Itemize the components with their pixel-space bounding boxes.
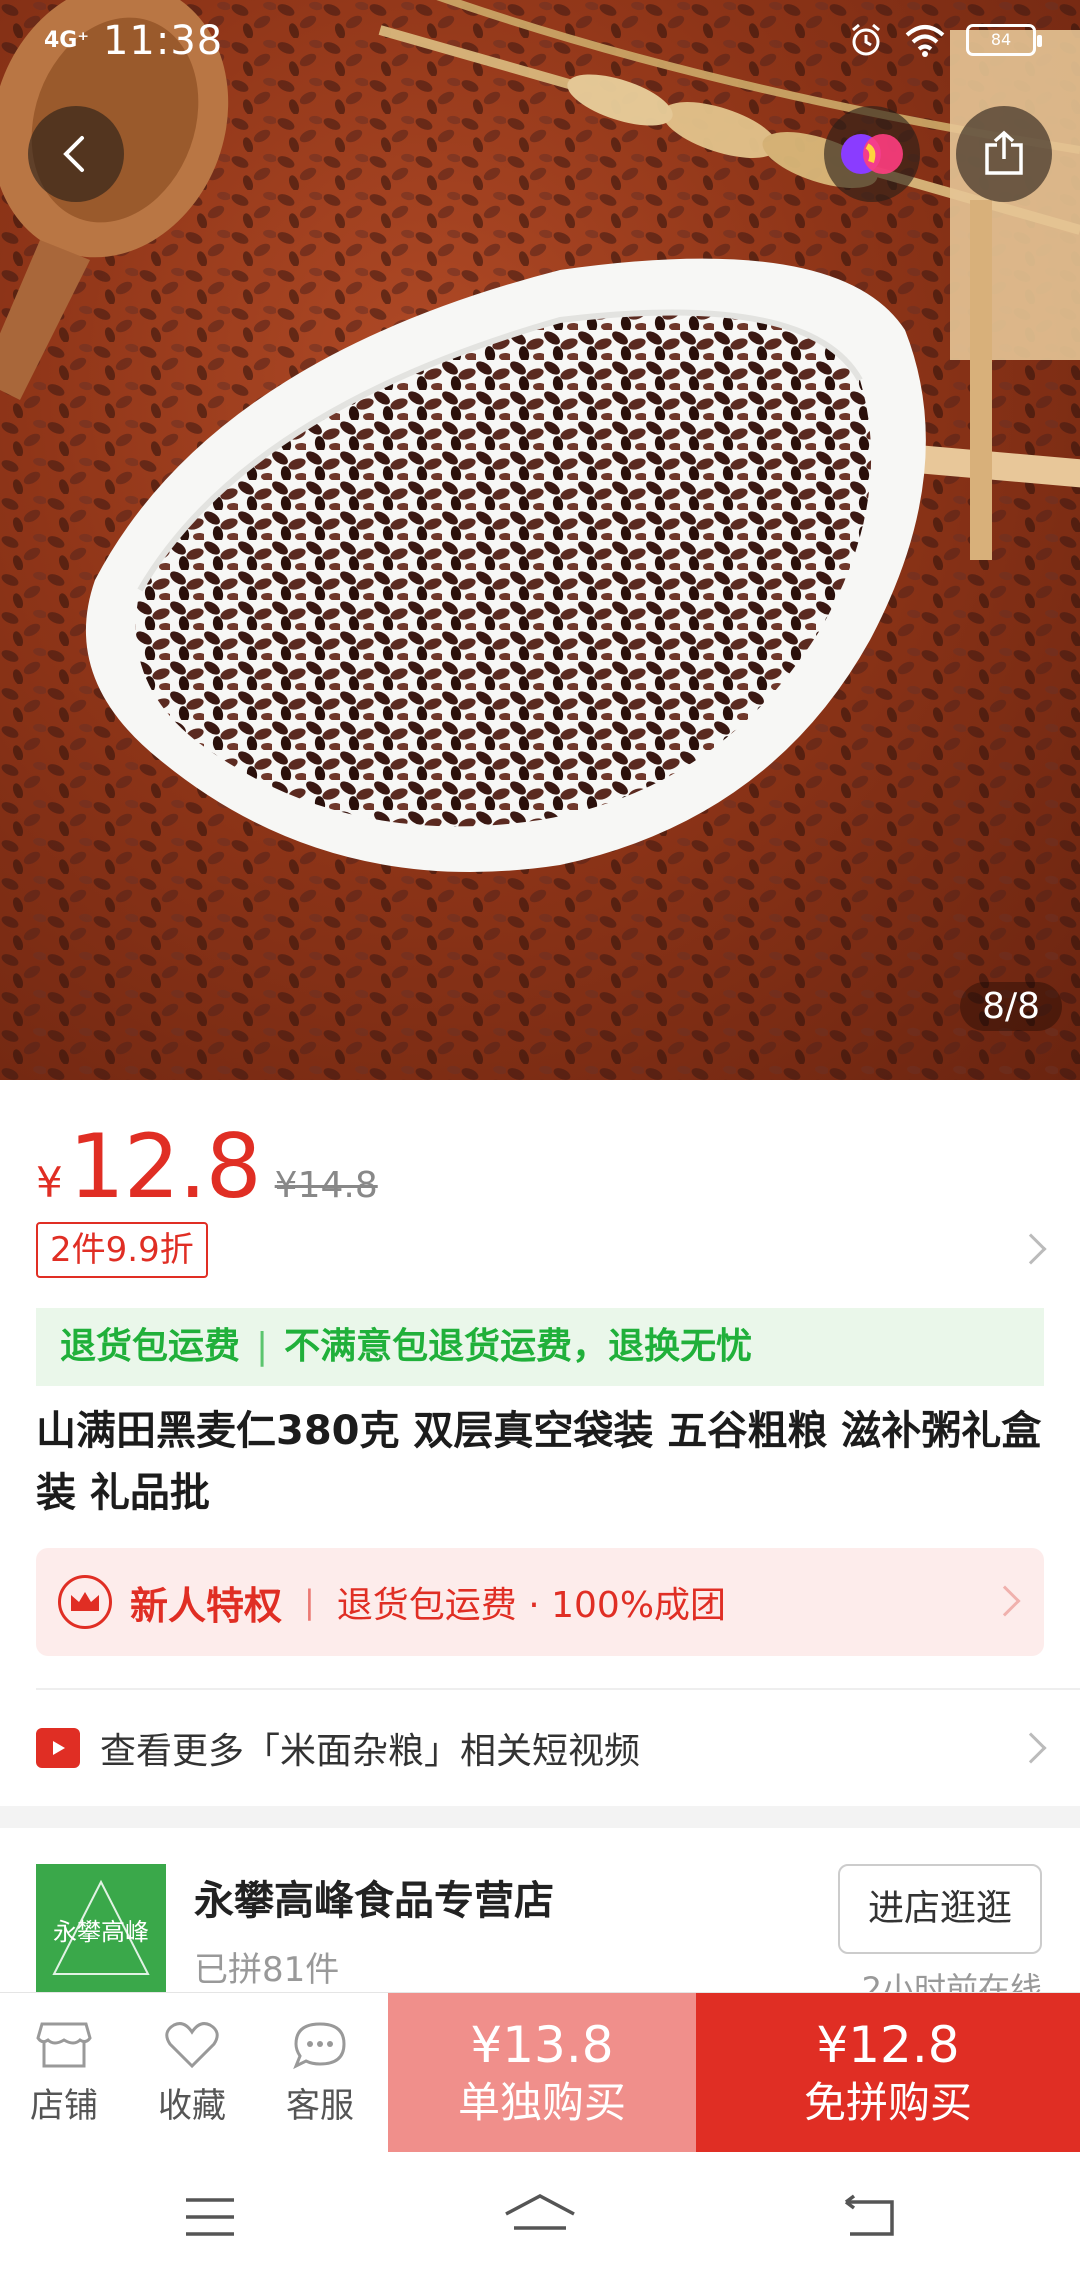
buy-no-group-button[interactable]: ¥12.8 免拼购买 bbox=[696, 1993, 1080, 2153]
menu-button[interactable] bbox=[170, 2182, 250, 2252]
store-logo[interactable]: 永攀高峰 bbox=[36, 1864, 166, 1994]
chat-icon bbox=[293, 2021, 346, 2069]
share-button[interactable] bbox=[956, 106, 1052, 202]
back-icon bbox=[63, 136, 84, 172]
store-icon bbox=[36, 2022, 92, 2067]
home-button[interactable] bbox=[500, 2182, 580, 2252]
related-videos-text: 查看更多「米面杂粮」相关短视频 bbox=[100, 1731, 641, 1772]
related-videos-link[interactable]: 查看更多「米面杂粮」相关短视频 bbox=[36, 1710, 1047, 1786]
return-guarantee-banner: 退货包运费 | 不满意包退货运费，退换无忧 bbox=[36, 1308, 1044, 1386]
customer-service-button[interactable]: 客服 bbox=[256, 1993, 384, 2153]
return-button[interactable] bbox=[830, 2182, 910, 2252]
bottom-action-bar: 店铺 收藏 客服 ¥13.8 单独购买 ¥12.8 免拼购买 bbox=[0, 1992, 1080, 2153]
single-price: ¥13.8 bbox=[470, 2016, 614, 2074]
system-navigation-bar bbox=[0, 2152, 1080, 2280]
product-title: 山满田黑麦仁380克 双层真空袋装 五谷粗粮 滋补粥礼盒装 礼品批 bbox=[36, 1408, 1042, 1516]
crown-icon bbox=[58, 1575, 112, 1629]
buy-single-button[interactable]: ¥13.8 单独购买 bbox=[388, 1993, 696, 2153]
guarantee-right: 不满意包退货运费，退换无忧 bbox=[284, 1326, 753, 1367]
share-icon bbox=[985, 130, 1023, 175]
store-button-label: 店铺 bbox=[30, 2085, 98, 2126]
section-gap bbox=[0, 1806, 1080, 1828]
new-user-separator: | bbox=[304, 1583, 315, 1621]
guarantee-separator: | bbox=[256, 1326, 269, 1367]
back-button[interactable] bbox=[28, 106, 124, 202]
wifi-icon bbox=[905, 25, 945, 57]
new-user-privilege[interactable]: 新人特权 | 退货包运费 · 100%成团 bbox=[36, 1548, 1044, 1656]
favorite-button[interactable]: 收藏 bbox=[128, 1993, 256, 2153]
price-currency: ¥ bbox=[36, 1158, 63, 1207]
original-price: ¥14.8 bbox=[274, 1165, 378, 1206]
favorite-app-icon bbox=[841, 134, 903, 174]
store-button[interactable]: 店铺 bbox=[0, 1993, 128, 2153]
status-bar: 4G⁺ 11:38 84 bbox=[0, 0, 1080, 90]
alarm-icon bbox=[852, 23, 880, 56]
guarantee-left: 退货包运费 bbox=[60, 1326, 241, 1367]
heart-icon bbox=[165, 2021, 219, 2068]
video-icon bbox=[36, 1728, 80, 1768]
customer-service-label: 客服 bbox=[286, 2085, 354, 2126]
chevron-right-icon bbox=[1015, 1732, 1047, 1764]
product-page: 4G⁺ 11:38 84 8/8 ¥ 12.8 ¥14.8 2件9.9折 退货包… bbox=[0, 0, 1080, 2280]
group-price: ¥12.8 bbox=[816, 2016, 960, 2074]
home-icon bbox=[505, 2194, 575, 2230]
group-label: 免拼购买 bbox=[803, 2078, 972, 2127]
image-counter: 8/8 bbox=[960, 982, 1062, 1031]
battery-indicator: 84 bbox=[966, 24, 1042, 56]
favorite-button-label: 收藏 bbox=[158, 2085, 226, 2126]
signal-indicator: 4G⁺ bbox=[44, 28, 89, 53]
chevron-right-icon bbox=[989, 1585, 1021, 1617]
single-label: 单独购买 bbox=[457, 2078, 626, 2127]
chevron-right-icon[interactable] bbox=[1015, 1233, 1047, 1265]
store-name[interactable]: 永攀高峰食品专营店 bbox=[194, 1868, 554, 1926]
new-user-title: 新人特权 bbox=[130, 1583, 283, 1628]
current-price: 12.8 bbox=[68, 1115, 262, 1218]
store-sold-count: 已拼81件 bbox=[194, 1950, 340, 1990]
menu-icon bbox=[186, 2198, 234, 2236]
enter-store-button[interactable]: 进店逛逛 bbox=[838, 1864, 1042, 1954]
discount-tag[interactable]: 2件9.9折 bbox=[36, 1222, 208, 1278]
price-row: ¥ 12.8 ¥14.8 bbox=[36, 1115, 378, 1218]
store-card[interactable]: 永攀高峰 永攀高峰食品专营店 已拼81件 进店逛逛 2小时前在线 bbox=[0, 1828, 1080, 2008]
favorite-app-button[interactable] bbox=[824, 106, 920, 202]
new-user-desc: 退货包运费 · 100%成团 bbox=[336, 1585, 727, 1626]
divider bbox=[36, 1688, 1080, 1690]
product-image-gallery[interactable]: 4G⁺ 11:38 84 8/8 bbox=[0, 0, 1080, 1080]
status-time: 11:38 bbox=[102, 18, 224, 64]
return-icon bbox=[844, 2194, 894, 2236]
